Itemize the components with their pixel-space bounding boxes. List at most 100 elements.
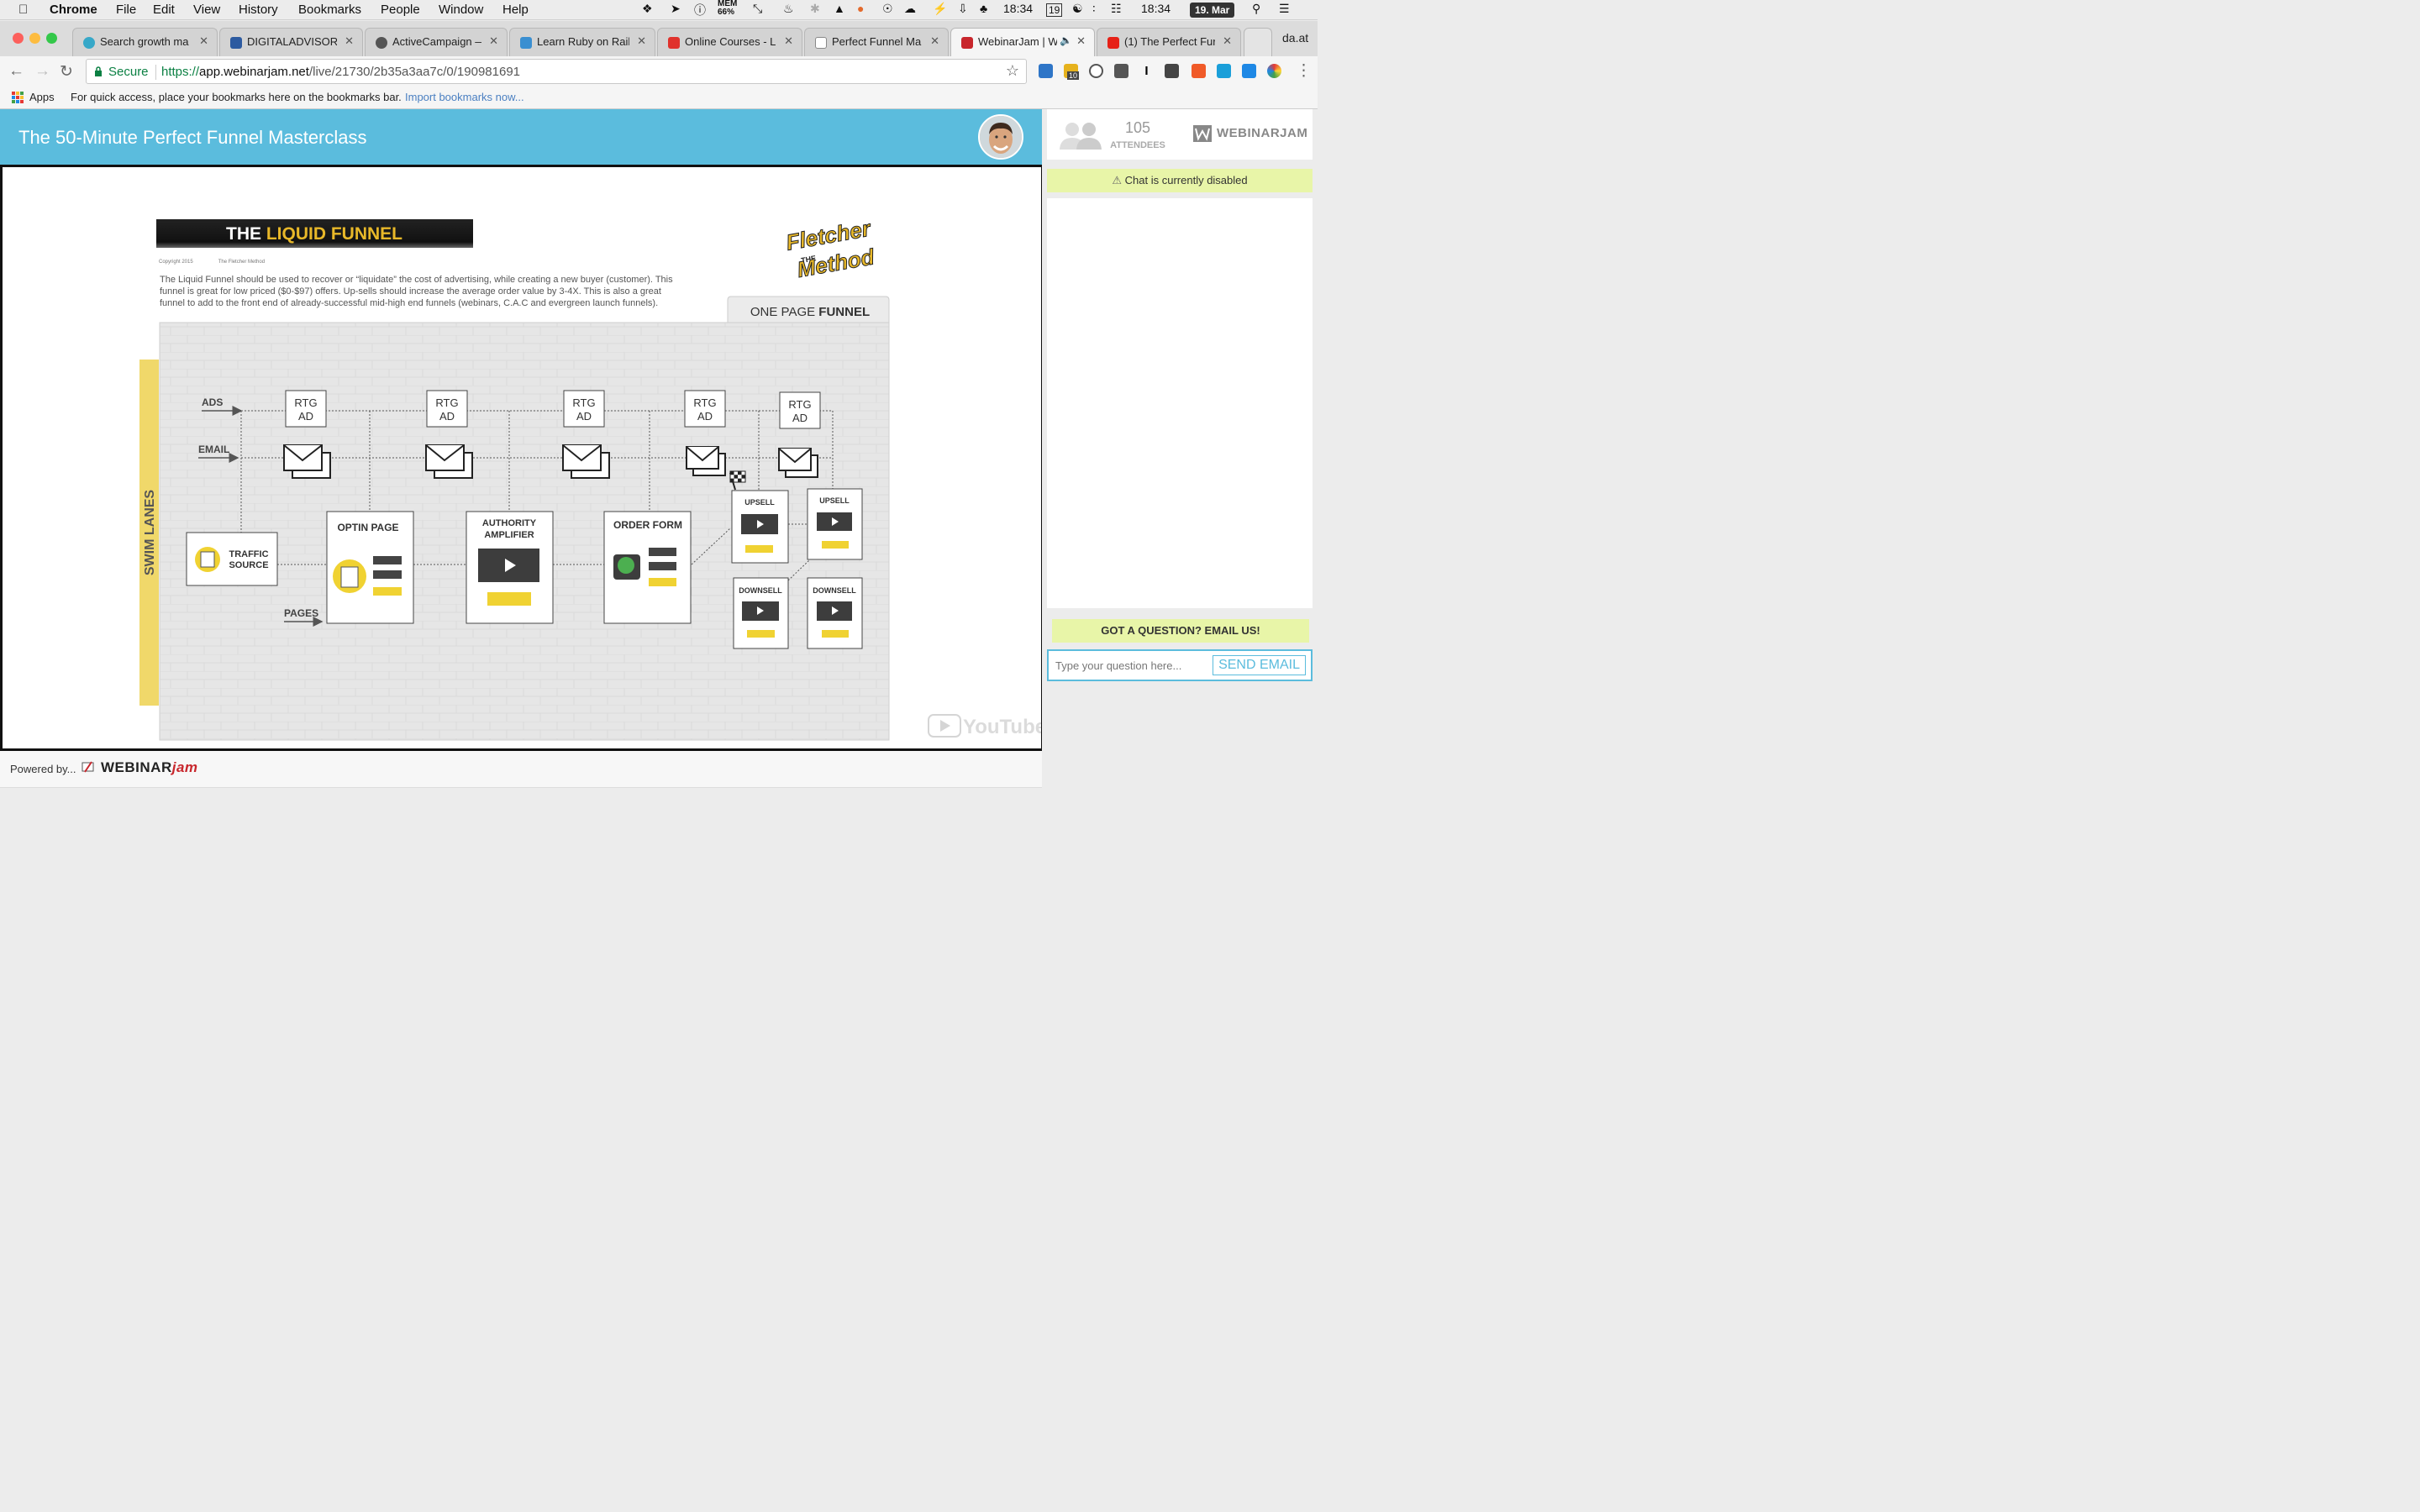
close-icon[interactable]: ✕ xyxy=(199,34,208,48)
forward-arrow-icon[interactable]: → xyxy=(34,62,50,81)
broadcast-icon[interactable]: ⤡ xyxy=(753,2,762,16)
close-icon[interactable]: ✕ xyxy=(489,34,498,48)
upsell-box: UPSELL xyxy=(807,488,863,560)
question-input[interactable] xyxy=(1054,656,1205,675)
menu-app-chrome[interactable]: Chrome xyxy=(50,3,97,17)
close-icon[interactable]: ✕ xyxy=(637,34,646,48)
bookmarks-bar: Apps For quick access, place your bookma… xyxy=(0,87,1318,109)
url-text[interactable]: https://app.webinarjam.net/live/21730/2b… xyxy=(161,65,520,79)
copyright-text: Copyright 2015 The Fletcher Method xyxy=(159,260,265,265)
menu-history[interactable]: History xyxy=(239,3,278,17)
extension-orange-icon[interactable] xyxy=(1192,64,1206,78)
evernote-icon[interactable]: ♣ xyxy=(980,2,987,15)
upsell-box: UPSELL xyxy=(731,490,789,564)
address-bar[interactable]: Secure https://app.webinarjam.net/live/2… xyxy=(86,59,1027,84)
tab-label: Search growth ma xyxy=(100,35,189,48)
optin-label: OPTIN PAGE xyxy=(337,522,398,533)
menu-people[interactable]: People xyxy=(381,3,420,17)
close-icon[interactable]: ✕ xyxy=(345,34,354,48)
banner-title: THE LIQUID FUNNEL xyxy=(226,224,402,244)
tab-digitaladvisory[interactable]: DIGITALADVISORY ✕ xyxy=(219,28,363,56)
send-email-button[interactable]: SEND EMAIL xyxy=(1213,655,1306,675)
tab-learn-ruby[interactable]: Learn Ruby on Rail ✕ xyxy=(509,28,655,56)
tab-activecampaign[interactable]: ActiveCampaign — ✕ xyxy=(365,28,508,56)
back-arrow-icon[interactable]: ← xyxy=(8,62,24,81)
memory-meter[interactable]: MEM 66% xyxy=(718,0,737,17)
circle-icon xyxy=(83,37,95,49)
clock-time-1[interactable]: 18:34 xyxy=(1003,2,1033,15)
apps-grid-icon[interactable] xyxy=(12,92,24,103)
close-icon[interactable]: ✕ xyxy=(784,34,793,48)
extension-blue-icon[interactable] xyxy=(1217,64,1231,78)
audio-playing-icon[interactable]: 🔈 xyxy=(1060,34,1072,46)
notification-center-icon[interactable]: ☰ xyxy=(1279,2,1290,16)
memory-value: 66% xyxy=(718,8,735,17)
download-icon[interactable]: ⇩ xyxy=(958,2,968,16)
spotlight-search-icon[interactable]: ⚲ xyxy=(1252,2,1260,16)
window-zoom-button[interactable] xyxy=(46,33,57,44)
youtube-watermark[interactable]: YouTube xyxy=(928,714,1041,738)
extension-info-icon[interactable] xyxy=(1089,64,1103,78)
cloud-icon[interactable]: ☁ xyxy=(904,2,916,16)
fletcher-method-logo: Fletcher THE Method xyxy=(784,215,877,283)
extension-pen-icon[interactable] xyxy=(1242,64,1256,78)
pocket-icon[interactable] xyxy=(1114,64,1128,78)
browser-toolbar: ← → ↻ Secure https://app.webinarjam.net/… xyxy=(0,56,1318,87)
tab-label: Online Courses - L xyxy=(685,35,776,48)
date-badge[interactable]: 19. Mar xyxy=(1190,3,1235,18)
window-close-button[interactable] xyxy=(13,33,24,44)
import-bookmarks-link[interactable]: Import bookmarks now... xyxy=(405,91,524,103)
evernote-ext-icon[interactable] xyxy=(1165,64,1179,78)
location-arrow-icon[interactable]: ➤ xyxy=(671,2,681,16)
extension-v-icon[interactable] xyxy=(1039,64,1053,78)
sync-icon[interactable]: ☯ xyxy=(1072,2,1083,16)
menu-help[interactable]: Help xyxy=(502,3,529,17)
drive-icon[interactable]: ▲ xyxy=(834,2,845,15)
tab-search-growth[interactable]: Search growth ma ✕ xyxy=(72,28,218,56)
close-icon[interactable]: ✕ xyxy=(930,34,939,48)
chrome-menu-icon[interactable]: ⋮ xyxy=(1296,61,1312,81)
bookmark-star-icon[interactable]: ☆ xyxy=(1006,62,1019,80)
close-icon[interactable]: ✕ xyxy=(1223,34,1232,48)
downsell-label: DOWNSELL xyxy=(739,586,782,595)
webinarjam-footer-logo[interactable]: WEBINARjam xyxy=(101,759,198,776)
rocket-icon[interactable]: ● xyxy=(857,2,864,15)
bolt-icon[interactable]: ⚡ xyxy=(933,2,947,16)
extension-badge: 10 xyxy=(1067,71,1080,80)
close-icon[interactable]: ✕ xyxy=(1076,34,1086,48)
extension-color-icon[interactable] xyxy=(1267,64,1281,78)
tab-youtube-perfect[interactable]: (1) The Perfect Fur ✕ xyxy=(1097,28,1241,56)
menu-view[interactable]: View xyxy=(193,3,220,17)
calendar-day-icon[interactable]: 19 xyxy=(1046,3,1063,17)
traffic-line-2: SOURCE xyxy=(229,560,268,570)
profile-name[interactable]: da.at xyxy=(1282,31,1308,45)
info-circle-icon[interactable]: ⓘ xyxy=(694,2,706,18)
menu-bookmarks[interactable]: Bookmarks xyxy=(298,3,361,17)
browser-tab-strip: Search growth ma ✕ DIGITALADVISORY ✕ Act… xyxy=(0,21,1318,56)
tab-perfect-funnel[interactable]: Perfect Funnel Ma ✕ xyxy=(804,28,949,56)
secure-label: Secure xyxy=(108,65,149,79)
traffic-line-1: TRAFFIC xyxy=(229,549,268,559)
window-minimize-button[interactable] xyxy=(29,33,40,44)
dropbox-icon[interactable]: ❖ xyxy=(642,2,653,16)
train-icon[interactable]: ☉ xyxy=(882,2,893,16)
menu-file[interactable]: File xyxy=(116,3,136,17)
instapaper-icon[interactable]: I xyxy=(1139,64,1154,78)
clock-time-2[interactable]: 18:34 xyxy=(1141,2,1171,15)
upsell-label: UPSELL xyxy=(744,498,775,507)
apple-menu-icon[interactable]:  xyxy=(18,3,28,17)
apps-link[interactable]: Apps xyxy=(29,91,55,103)
bluetooth-icon[interactable]: ✱ xyxy=(810,2,820,16)
menu-window[interactable]: Window xyxy=(439,3,483,17)
flame-icon[interactable]: ♨ xyxy=(783,2,794,16)
menu-edit[interactable]: Edit xyxy=(153,3,175,17)
reload-icon[interactable]: ↻ xyxy=(60,62,73,81)
wifi-icon[interactable]: ☷ xyxy=(1111,2,1122,16)
video-player[interactable]: THE LIQUID FUNNEL Copyright 2015 The Flet… xyxy=(0,165,1044,751)
new-tab-button[interactable] xyxy=(1244,28,1272,56)
downsell-box: DOWNSELL xyxy=(807,577,863,649)
tab-online-courses[interactable]: Online Courses - L ✕ xyxy=(657,28,802,56)
tab-webinarjam-active[interactable]: WebinarJam | W 🔈 ✕ xyxy=(950,28,1095,56)
authority-line-2: AMPLIFIER xyxy=(484,530,534,540)
network-dots-icon[interactable]: ∶ xyxy=(1092,2,1096,16)
